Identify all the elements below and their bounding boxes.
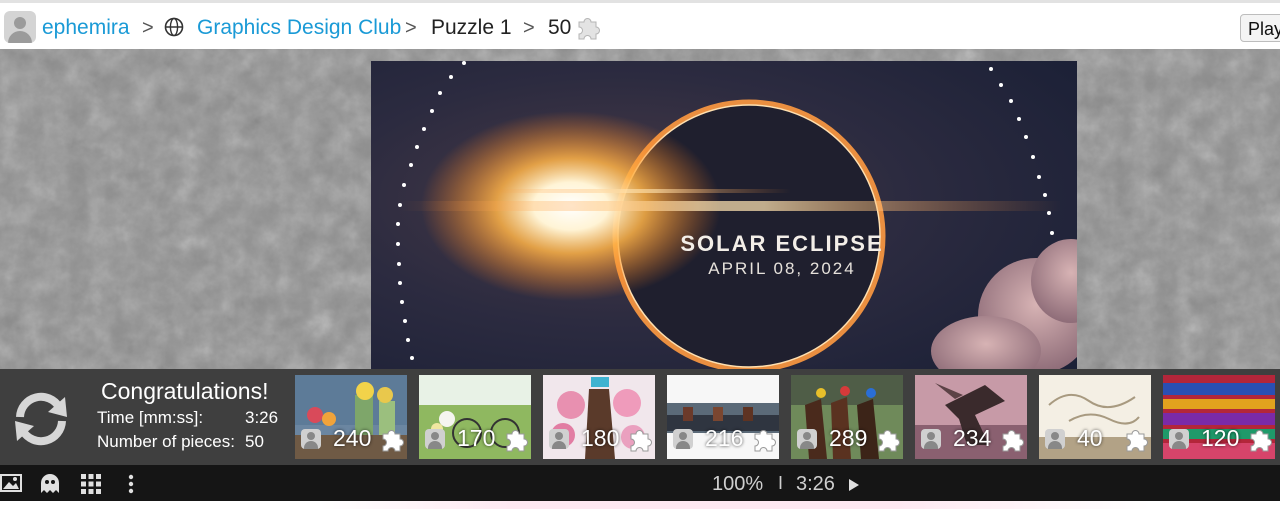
grid-icon[interactable] bbox=[80, 473, 102, 495]
suggested-puzzle-card[interactable]: 216 bbox=[667, 375, 779, 459]
chevron-right-icon: > bbox=[405, 17, 417, 39]
poster-date: APRIL 08, 2024 bbox=[708, 259, 856, 278]
image-icon[interactable] bbox=[0, 473, 22, 493]
pieces-value: 50 bbox=[245, 432, 264, 451]
suggested-puzzle-card[interactable]: 40 bbox=[1039, 375, 1151, 459]
suggested-puzzle-card[interactable]: 120 bbox=[1163, 375, 1275, 459]
user-avatar-icon bbox=[301, 429, 321, 449]
user-avatar-icon bbox=[797, 429, 817, 449]
puzzle-piece-icon bbox=[578, 18, 600, 40]
elapsed-timer: 3:26 bbox=[796, 473, 835, 495]
poster-title: SOLAR ECLIPSE bbox=[680, 231, 884, 256]
breadcrumb-piece-count: 50 bbox=[548, 16, 572, 39]
suggested-piece-count: 216 bbox=[705, 425, 744, 451]
breadcrumb: ephemira > Graphics Design Club > Puzzle… bbox=[0, 0, 1280, 49]
refresh-icon[interactable] bbox=[10, 391, 72, 447]
play-button[interactable]: Play bbox=[1240, 14, 1280, 42]
suggested-piece-count: 240 bbox=[333, 425, 372, 451]
breadcrumb-user-link[interactable]: ephemira bbox=[42, 15, 130, 41]
user-avatar-icon bbox=[1169, 429, 1189, 449]
bottom-toolbar: 100% I 3:26 bbox=[0, 465, 1280, 501]
puzzle-piece-icon bbox=[1002, 430, 1024, 452]
puzzle-piece-icon bbox=[1250, 430, 1272, 452]
completed-puzzle-image: SOLAR ECLIPSE APRIL 08, 2024 bbox=[371, 61, 1077, 369]
toolbar-divider: I bbox=[778, 473, 784, 493]
breadcrumb-puzzle: Puzzle 1 bbox=[431, 16, 512, 39]
suggested-piece-count: 170 bbox=[457, 425, 496, 451]
suggested-piece-count: 234 bbox=[953, 425, 992, 451]
suggested-puzzle-card[interactable]: 180 bbox=[543, 375, 655, 459]
chevron-right-icon: > bbox=[523, 17, 535, 39]
suggested-puzzle-card[interactable]: 289 bbox=[791, 375, 903, 459]
suggested-piece-count: 40 bbox=[1077, 425, 1103, 451]
puzzle-piece-icon bbox=[630, 430, 652, 452]
puzzle-stage[interactable]: SOLAR ECLIPSE APRIL 08, 2024 bbox=[0, 49, 1280, 369]
time-label: Time [mm:ss]: bbox=[97, 408, 204, 427]
pieces-label: Number of pieces: bbox=[97, 432, 235, 451]
breadcrumb-group-link[interactable]: Graphics Design Club bbox=[197, 15, 401, 41]
user-avatar-icon bbox=[425, 429, 445, 449]
suggested-piece-count: 180 bbox=[581, 425, 620, 451]
ghost-icon[interactable] bbox=[39, 473, 61, 495]
suggested-piece-count: 289 bbox=[829, 425, 868, 451]
user-avatar-icon bbox=[549, 429, 569, 449]
completion-panel: Congratulations! Time [mm:ss]: 3:26 Numb… bbox=[0, 369, 1280, 465]
zoom-level[interactable]: 100% bbox=[712, 473, 763, 496]
user-avatar-icon bbox=[673, 429, 693, 449]
page-footer-edge bbox=[0, 501, 1280, 509]
suggested-piece-count: 120 bbox=[1201, 425, 1240, 451]
avatar[interactable] bbox=[4, 11, 36, 43]
user-avatar-icon bbox=[1045, 429, 1065, 449]
chevron-right-icon: > bbox=[142, 17, 154, 39]
puzzle-piece-icon bbox=[878, 430, 900, 452]
congratulations-heading: Congratulations! bbox=[101, 378, 269, 404]
puzzle-piece-icon bbox=[382, 430, 404, 452]
puzzle-piece-icon bbox=[506, 430, 528, 452]
user-avatar-icon bbox=[921, 429, 941, 449]
time-value: 3:26 bbox=[245, 408, 279, 427]
puzzle-piece-icon bbox=[754, 430, 776, 452]
suggested-puzzle-card[interactable]: 240 bbox=[295, 375, 407, 459]
eclipse-artwork bbox=[371, 61, 1077, 369]
globe-icon bbox=[164, 17, 184, 37]
suggested-puzzle-card[interactable]: 170 bbox=[419, 375, 531, 459]
suggested-puzzle-card[interactable]: 234 bbox=[915, 375, 1027, 459]
play-triangle-icon[interactable] bbox=[848, 478, 860, 492]
more-vertical-icon[interactable] bbox=[126, 473, 136, 495]
puzzle-piece-icon bbox=[1126, 430, 1148, 452]
